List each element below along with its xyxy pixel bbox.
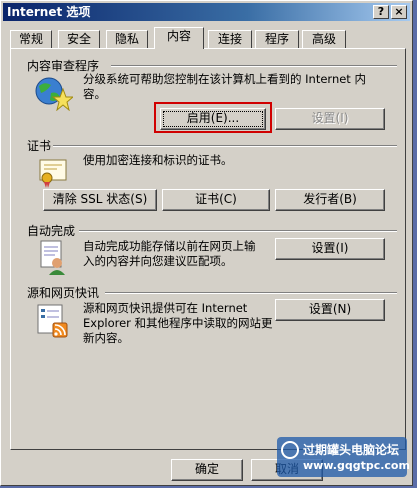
- divider: [111, 65, 397, 67]
- certificates-heading: 证书: [27, 139, 52, 153]
- globe-star-icon: [33, 75, 75, 112]
- autocomplete-heading: 自动完成: [27, 224, 76, 238]
- watermark-logo: 过期罐头电脑论坛 www.gqgtpc.com: [277, 437, 410, 477]
- certificates-description: 使用加密连接和标识的证书。: [83, 153, 233, 167]
- autocomplete-icon: [35, 239, 71, 275]
- autocomplete-settings-button[interactable]: 设置(I): [275, 238, 385, 260]
- content-advisor-description: 分级系统可帮助您控制在该计算机上看到的 Internet 内容。: [83, 72, 366, 101]
- divider: [105, 292, 397, 294]
- divider: [53, 145, 397, 147]
- clear-ssl-button[interactable]: 清除 SSL 状态(S): [43, 189, 157, 211]
- watermark-brand: 过期罐头电脑论坛: [303, 443, 400, 457]
- ok-button[interactable]: 确定: [171, 459, 243, 481]
- feeds-description: 源和网页快讯提供可在 Internet Explorer 和其他程序中读取的网站…: [83, 301, 273, 345]
- feeds-heading: 源和网页快讯: [27, 286, 100, 300]
- certificates-button[interactable]: 证书(C): [162, 189, 270, 211]
- autocomplete-description: 自动完成功能存储以前在网页上输入的内容并向您建议匹配项。: [83, 239, 256, 268]
- tab-advanced[interactable]: 高级: [302, 30, 346, 48]
- help-button[interactable]: ?: [373, 5, 389, 19]
- watermark-circle-icon: [281, 441, 299, 459]
- tab-programs[interactable]: 程序: [255, 30, 299, 48]
- watermark-site: www.gqgtpc.com: [303, 459, 410, 472]
- tab-general[interactable]: 常规: [10, 30, 52, 48]
- tab-content[interactable]: 内容: [154, 27, 204, 49]
- tab-connections[interactable]: 连接: [208, 30, 252, 48]
- divider: [79, 230, 397, 232]
- internet-options-dialog: Internet 选项 ? × 常规 安全 隐私 内容 连接 程序 高级 内容审…: [0, 0, 413, 486]
- tab-security[interactable]: 安全: [58, 30, 100, 48]
- certificate-icon: [37, 156, 69, 188]
- title-bar: Internet 选项 ? ×: [3, 3, 410, 21]
- feeds-icon: [35, 303, 71, 339]
- close-button[interactable]: ×: [391, 5, 407, 19]
- window-title: Internet 选项: [7, 5, 91, 19]
- highlight-box: [154, 102, 272, 133]
- publishers-button[interactable]: 发行者(B): [275, 189, 385, 211]
- feeds-settings-button[interactable]: 设置(N): [275, 299, 385, 321]
- advisor-settings-button[interactable]: 设置(I): [275, 108, 385, 130]
- tab-privacy[interactable]: 隐私: [106, 30, 148, 48]
